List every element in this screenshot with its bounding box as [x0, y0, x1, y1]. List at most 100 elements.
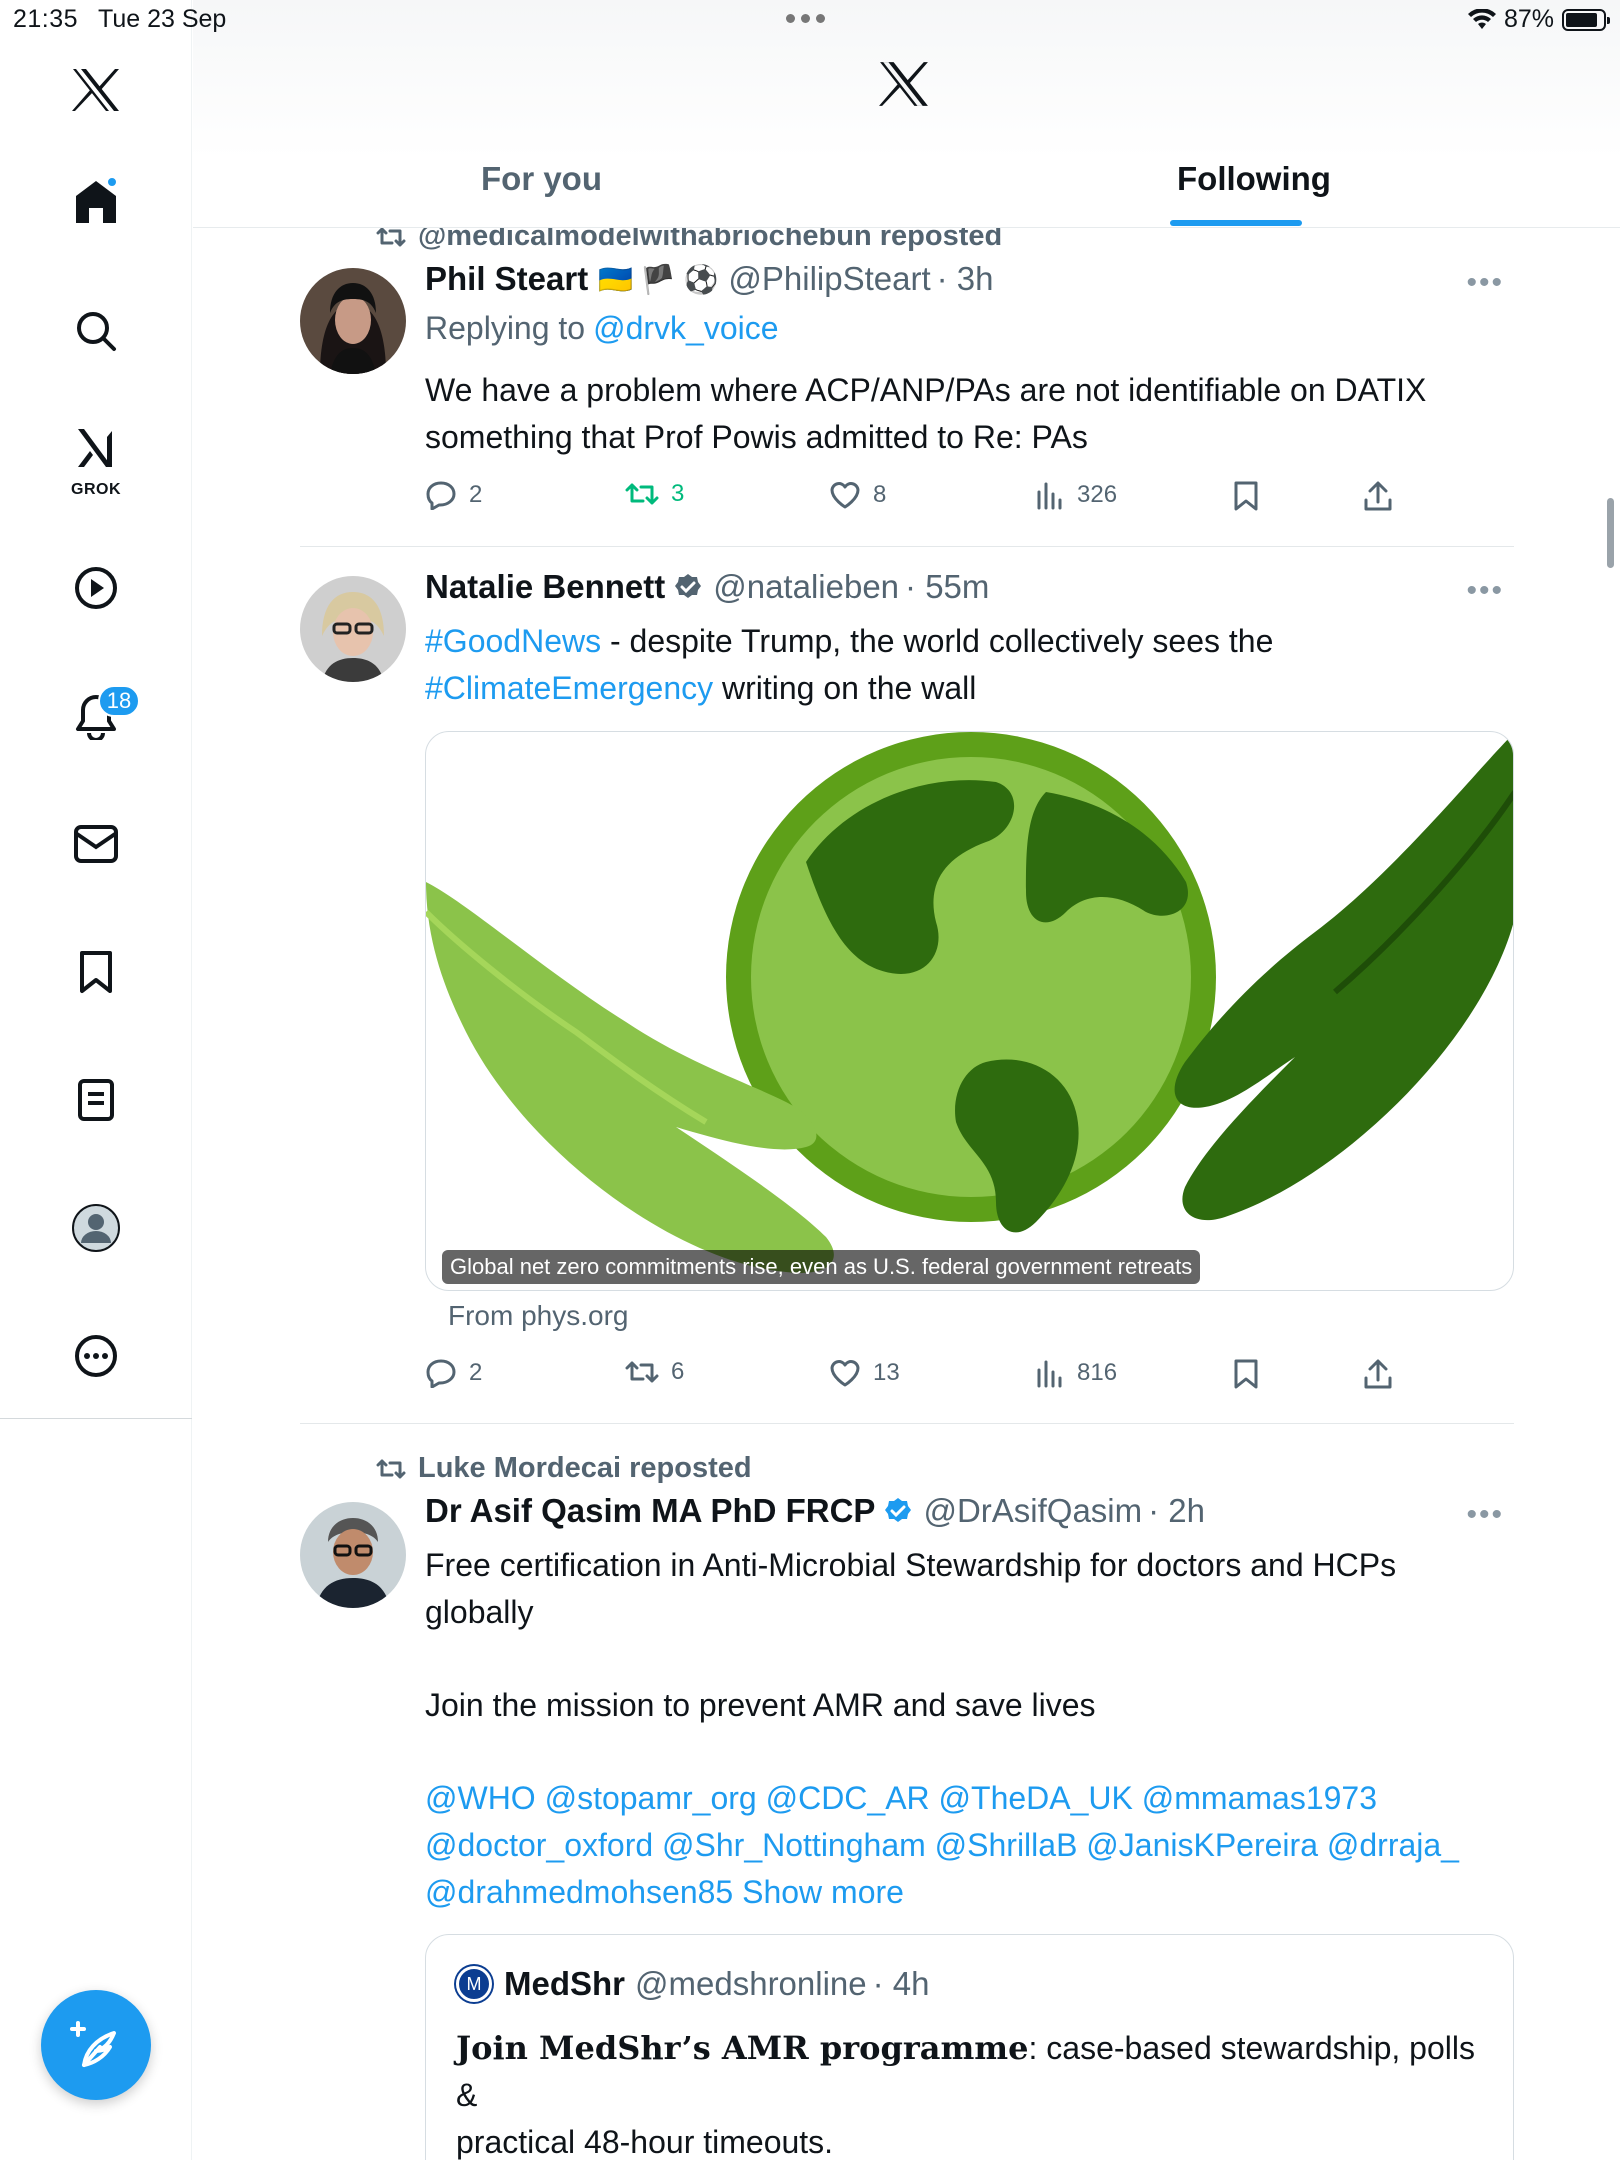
post-text-line: something that Prof Powis admitted to Re…: [425, 419, 1088, 455]
reply-count: 2: [469, 481, 483, 508]
author-handle[interactable]: @natalieben: [713, 568, 899, 606]
like-button[interactable]: 8: [829, 480, 886, 510]
home-icon[interactable]: [60, 166, 132, 238]
avatar[interactable]: [300, 576, 406, 682]
views-button[interactable]: 816: [1035, 1358, 1117, 1388]
profile-avatar-icon[interactable]: [60, 1192, 132, 1264]
x-logo-icon[interactable]: [878, 60, 930, 113]
lists-icon[interactable]: [60, 1064, 132, 1136]
repost-button[interactable]: 3: [625, 480, 684, 508]
media-caption: Global net zero commitments rise, even a…: [442, 1250, 1201, 1284]
author-handle[interactable]: @PhilipSteart: [728, 260, 930, 298]
quoted-post-text: Join MedShr’s AMR programme: case-based …: [456, 2025, 1486, 2160]
repost-icon: [376, 227, 406, 246]
sidebar: GROK 18: [0, 0, 192, 2160]
verified-badge-icon: [675, 574, 702, 598]
views-chart-icon: [1037, 482, 1062, 510]
post-time[interactable]: · 3h: [937, 260, 994, 298]
post-divider: [300, 546, 1514, 547]
post-text-line: Join the mission to prevent AMR and save…: [425, 1687, 1096, 1723]
search-icon[interactable]: [60, 295, 132, 367]
avatar[interactable]: [300, 268, 406, 374]
tab-following[interactable]: Following: [1177, 160, 1331, 198]
share-button[interactable]: [1363, 480, 1393, 512]
post-more-icon[interactable]: •••: [1466, 574, 1504, 608]
share-icon: [1364, 481, 1392, 511]
repost-indicator: Luke Mordecai reposted: [376, 1452, 752, 1485]
author-name[interactable]: Natalie Bennett: [425, 568, 665, 606]
quoted-post[interactable]: M MedShr @medshronline · 4h Join MedShr’…: [425, 1934, 1514, 2160]
author-name[interactable]: Phil Steart: [425, 260, 588, 298]
post-more-icon[interactable]: •••: [1466, 1498, 1504, 1532]
share-button[interactable]: [1363, 1358, 1393, 1390]
quoted-author-handle[interactable]: @medshronline: [635, 1965, 867, 2003]
status-bar: 21:35 Tue 23 Sep 87%: [0, 0, 1620, 40]
hashtag-link[interactable]: #ClimateEmergency: [425, 670, 713, 706]
battery-percent: 87%: [1503, 5, 1554, 33]
mentions-line[interactable]: @doctor_oxford @Shr_Nottingham @ShrillaB…: [425, 1822, 1515, 1869]
post-more-icon[interactable]: •••: [1466, 266, 1504, 300]
views-button[interactable]: 326: [1035, 480, 1117, 510]
quoted-post-time: · 4h: [872, 1965, 930, 2002]
bookmark-icon: [1234, 1359, 1258, 1389]
bookmark-button[interactable]: [1233, 1358, 1259, 1390]
hashtag-link[interactable]: #GoodNews: [425, 623, 601, 659]
view-count: 326: [1077, 481, 1118, 508]
quoted-author-name[interactable]: MedShr: [504, 1965, 625, 2003]
quoted-bold-text: Join MedShr’s AMR programme: [456, 2029, 1029, 2067]
notifications-bell-icon[interactable]: 18: [60, 680, 140, 752]
repost-icon: [625, 483, 659, 505]
post-text-line: We have a problem where ACP/ANP/PAs are …: [425, 372, 1427, 408]
view-count: 816: [1077, 1359, 1118, 1386]
tab-for-you[interactable]: For you: [481, 160, 602, 198]
reply-count: 2: [469, 1359, 483, 1386]
reply-button[interactable]: 2: [425, 480, 482, 510]
post-time[interactable]: · 2h: [1148, 1492, 1205, 1530]
repost-button[interactable]: 6: [625, 1358, 684, 1386]
show-more-link[interactable]: Show more: [742, 1874, 904, 1910]
heart-icon: [830, 482, 860, 509]
bookmarks-icon[interactable]: [60, 936, 132, 1008]
author-name[interactable]: Dr Asif Qasim MA PhD FRCP: [425, 1492, 875, 1530]
medshr-logo-icon: M: [456, 1966, 492, 2002]
reposted-by-label[interactable]: Luke Mordecai reposted: [418, 1452, 752, 1485]
battery-icon: [1562, 8, 1610, 31]
like-button[interactable]: 13: [829, 1358, 900, 1388]
repost-count: 3: [671, 480, 685, 507]
sidebar-divider: [0, 1418, 192, 1419]
bookmark-button[interactable]: [1233, 480, 1259, 512]
repost-icon: [625, 1361, 659, 1383]
post-text: #GoodNews - despite Trump, the world col…: [425, 618, 1515, 712]
post-text-fragment: - despite Trump, the world collectively …: [601, 623, 1274, 659]
grok-label: GROK: [71, 481, 121, 498]
status-time: 21:35: [13, 5, 79, 33]
link-card-image[interactable]: Global net zero commitments rise, even a…: [425, 731, 1514, 1291]
post-text-line: globally: [425, 1594, 534, 1630]
author-handle[interactable]: @DrAsifQasim: [923, 1492, 1142, 1530]
post-divider: [300, 1423, 1514, 1424]
compose-post-button[interactable]: [41, 1990, 151, 2100]
video-play-icon[interactable]: [60, 552, 132, 624]
mentions-line[interactable]: @WHO @stopamr_org @CDC_AR @TheDA_UK @mma…: [425, 1775, 1515, 1822]
avatar[interactable]: [300, 1502, 406, 1608]
multitasking-dots-icon[interactable]: [786, 14, 825, 23]
globe-hands-illustration: [426, 732, 1513, 1273]
like-count: 13: [873, 1359, 900, 1386]
grok-icon[interactable]: GROK: [60, 418, 132, 498]
replying-to-handle[interactable]: @drvk_voice: [593, 310, 778, 347]
reply-button[interactable]: 2: [425, 1358, 482, 1388]
x-logo-icon[interactable]: [60, 54, 132, 126]
bookmark-icon: [1234, 481, 1258, 511]
scrollbar[interactable]: [1607, 498, 1614, 568]
verified-badge-icon: [885, 1498, 912, 1522]
post-text: Free certification in Anti-Microbial Ste…: [425, 1542, 1515, 1916]
post-text-line: Free certification in Anti-Microbial Ste…: [425, 1547, 1397, 1583]
link-source[interactable]: From phys.org: [448, 1300, 629, 1332]
mentions-line[interactable]: @drahmedmohsen85: [425, 1874, 733, 1910]
messages-mail-icon[interactable]: [60, 808, 132, 880]
heart-icon: [830, 1360, 860, 1387]
post-text: We have a problem where ACP/ANP/PAs are …: [425, 367, 1515, 461]
more-options-icon[interactable]: [60, 1320, 132, 1392]
post-time[interactable]: · 55m: [905, 568, 989, 606]
repost-icon: [376, 1459, 406, 1478]
